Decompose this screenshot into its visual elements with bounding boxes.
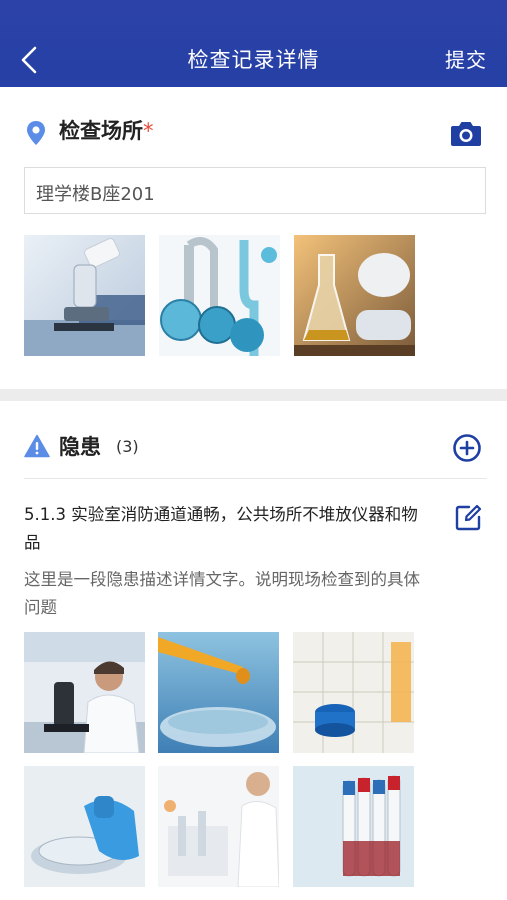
hazards-divider — [24, 478, 487, 479]
pipette-drop-photo[interactable] — [158, 632, 279, 753]
add-circle-icon[interactable] — [452, 433, 482, 463]
header-bar: 检查记录详情 提交 — [0, 0, 507, 87]
warning-icon — [24, 434, 50, 458]
edit-icon[interactable] — [455, 504, 482, 531]
page-title: 检查记录详情 — [187, 48, 320, 72]
periodic-table-bottle-photo[interactable] — [293, 632, 414, 753]
location-label: 检查场所* — [59, 115, 154, 145]
required-mark: * — [143, 119, 154, 143]
scientist-microscope-photo[interactable] — [24, 632, 145, 753]
hazards-label: 隐患 — [59, 435, 101, 459]
location-section: 检查场所* 理学楼B座201 — [0, 87, 507, 389]
flask-photo[interactable] — [294, 235, 415, 356]
test-tubes-photo[interactable] — [293, 766, 414, 887]
camera-icon[interactable] — [450, 119, 482, 147]
lab-worker-photo[interactable] — [158, 766, 279, 887]
hazard-item-description: 这里是一段隐患描述详情文字。说明现场检查到的具体问题 — [24, 570, 420, 617]
section-divider — [0, 389, 507, 401]
location-input[interactable]: 理学楼B座201 — [24, 167, 486, 214]
glassware-photo[interactable] — [159, 235, 280, 356]
hazard-item-title: 5.1.3 实验室消防通道通畅，公共场所不堆放仪器和物品 — [24, 505, 418, 552]
submit-button[interactable]: 提交 — [445, 44, 487, 73]
hazards-section: 隐患 (3) 5.1.3 实验室消防通道通畅，公共场所不堆放仪器和物品 这里是一… — [0, 401, 507, 900]
location-label-text: 检查场所 — [59, 119, 143, 143]
hazards-count: (3) — [116, 437, 139, 456]
location-pin-icon — [27, 121, 45, 145]
microscope-photo[interactable] — [24, 235, 145, 356]
petri-dish-photo[interactable] — [24, 766, 145, 887]
